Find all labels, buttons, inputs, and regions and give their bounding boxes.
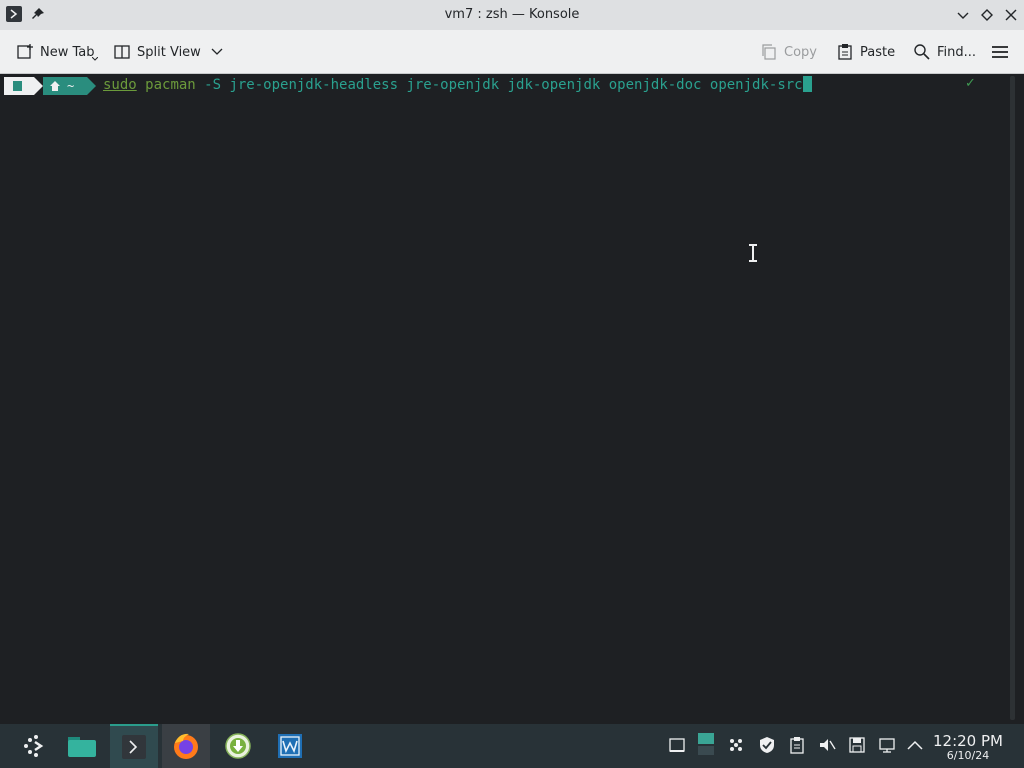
shield-icon[interactable] — [758, 736, 776, 754]
paste-label: Paste — [860, 44, 896, 60]
command-sudo: sudo — [103, 77, 137, 93]
chevron-up-icon[interactable] — [906, 736, 924, 754]
copy-label: Copy — [784, 44, 817, 60]
clock-date[interactable]: 6/10/24 — [930, 749, 1006, 762]
terminal-glyph-icon — [13, 81, 22, 91]
prompt-separator-icon — [87, 77, 96, 95]
split-view-icon — [114, 45, 130, 59]
download-icon[interactable] — [216, 724, 260, 768]
command-arguments: -S jre-openjdk-headless jre-openjdk jdk-… — [195, 77, 803, 93]
save-icon[interactable] — [848, 736, 866, 754]
clock-time[interactable]: 12:20 PM — [930, 732, 1006, 750]
taskbar — [0, 724, 1024, 768]
display-icon[interactable] — [878, 736, 896, 754]
paste-icon — [838, 44, 852, 60]
volume-muted-icon[interactable] — [818, 736, 836, 754]
app-launcher-icon[interactable] — [14, 724, 54, 768]
hamburger-menu-icon — [992, 46, 1008, 58]
minimize-icon[interactable] — [954, 6, 972, 24]
new-tab-label: New Tab — [40, 44, 95, 60]
command-pacman: pacman — [145, 77, 196, 93]
window-icon[interactable] — [668, 736, 686, 754]
home-icon — [50, 81, 60, 91]
prompt-directory: ~ — [67, 79, 75, 93]
prompt-dir-segment: ~ — [43, 77, 87, 95]
prompt-os-segment — [4, 77, 34, 95]
new-tab-dropdown-icon[interactable] — [92, 57, 98, 61]
prompt-separator-icon — [34, 77, 43, 95]
command-line[interactable]: sudo pacman -S jre-openjdk-headless jre-… — [103, 76, 812, 94]
find-label: Find... — [937, 44, 977, 60]
chevron-down-icon — [211, 48, 223, 55]
network-icon[interactable] — [727, 736, 745, 754]
toolbar: New Tab Split View Copy Paste Find... — [0, 30, 1024, 74]
status-check-icon: ✓ — [965, 76, 976, 91]
copy-button[interactable]: Copy — [760, 41, 817, 63]
terminal-scrollbar[interactable] — [1010, 76, 1015, 720]
maximize-icon[interactable] — [978, 6, 996, 24]
terminal-view[interactable]: ~ sudo pacman -S jre-openjdk-headless jr… — [0, 74, 1024, 724]
workspace-icon[interactable] — [697, 732, 717, 756]
window-title: vm7 : zsh — Konsole — [444, 7, 580, 22]
new-tab-button[interactable]: New Tab — [16, 41, 95, 63]
copy-icon — [762, 44, 776, 60]
new-tab-icon — [17, 44, 33, 59]
split-view-button[interactable]: Split View — [113, 41, 229, 63]
text-cursor — [802, 76, 812, 92]
close-icon[interactable] — [1002, 6, 1020, 24]
firefox-icon[interactable] — [162, 724, 210, 768]
find-button[interactable]: Find... — [913, 41, 976, 63]
ibeam-cursor-icon — [749, 244, 757, 262]
konsole-icon[interactable] — [110, 724, 158, 768]
split-view-label: Split View — [137, 44, 201, 60]
clipboard-icon[interactable] — [788, 736, 806, 754]
hamburger-menu-button[interactable] — [991, 41, 1015, 63]
file-manager-icon[interactable] — [60, 724, 104, 768]
paste-button[interactable]: Paste — [836, 41, 895, 63]
virt-manager-icon[interactable] — [268, 724, 312, 768]
title-bar: vm7 : zsh — Konsole — [0, 0, 1024, 30]
search-icon — [914, 44, 930, 60]
